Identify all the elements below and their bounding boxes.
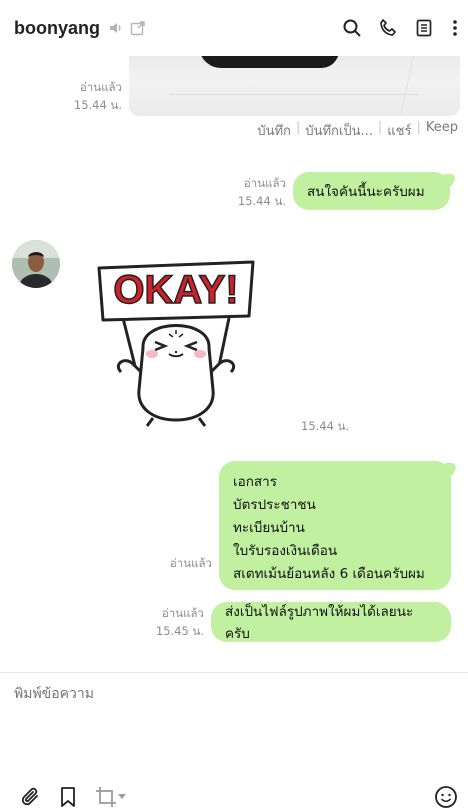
message-bubble-1[interactable]: สนใจคันนี้นะครับผม <box>293 172 450 210</box>
notes-icon[interactable] <box>406 10 442 46</box>
search-icon[interactable] <box>334 10 370 46</box>
okay-sticker[interactable]: OKAY! <box>95 258 257 428</box>
message-text: ส่งเป็นไฟล์รูปภาพให้ผมได้เลยนะครับ <box>225 604 414 642</box>
read-receipt: อ่านแล้ว <box>243 176 286 190</box>
message-time: 15.44 น. <box>237 194 286 208</box>
contact-name[interactable]: boonyang <box>14 18 100 39</box>
composer-divider <box>0 672 468 673</box>
message-bubble-3[interactable]: ส่งเป็นไฟล์รูปภาพให้ผมได้เลยนะครับ <box>211 602 451 642</box>
speaker-icon[interactable] <box>108 20 124 36</box>
attachment-icon[interactable] <box>18 784 44 810</box>
photo-message[interactable] <box>129 56 460 116</box>
bookmark-icon[interactable] <box>55 784 81 810</box>
msg3-meta: อ่านแล้ว 15.45 น. <box>128 604 204 640</box>
message-input[interactable] <box>14 686 454 702</box>
share-action[interactable]: แชร์ <box>382 120 416 141</box>
phone-icon[interactable] <box>370 10 406 46</box>
save-as-action[interactable]: บันทึกเป็น... <box>300 120 378 141</box>
message-time: 15.44 น. <box>73 98 122 112</box>
save-action[interactable]: บันทึก <box>252 120 296 141</box>
msg2-meta: อ่านแล้ว <box>150 554 212 572</box>
message-time: 15.45 น. <box>155 624 204 638</box>
keep-action[interactable]: Keep <box>421 120 462 141</box>
chat-header: boonyang <box>0 0 468 56</box>
message-line: บัตรประชาชน <box>233 497 316 513</box>
message-time: 15.44 น. <box>301 419 350 433</box>
more-vertical-icon[interactable] <box>442 10 468 46</box>
message-line: ใบรับรองเงินเดือน <box>233 543 338 559</box>
read-receipt: อ่านแล้ว <box>169 556 212 570</box>
external-link-icon[interactable] <box>130 20 146 36</box>
dropdown-caret-icon[interactable] <box>116 784 128 810</box>
sticker-text: OKAY! <box>113 268 238 312</box>
photo-actions: บันทึก | บันทึกเป็น... | แชร์ | Keep <box>240 120 462 141</box>
message-bubble-2[interactable]: เอกสาร บัตรประชาชน ทะเบียนบ้าน ใบรับรองเ… <box>219 461 451 590</box>
emoji-icon[interactable] <box>433 784 459 810</box>
composer-toolbar <box>0 780 468 811</box>
message-line: สเตทเม้นย้อนหลัง 6 เดือนครับผม <box>233 566 425 582</box>
car-image <box>199 56 339 68</box>
message-line: เอกสาร <box>233 474 277 490</box>
photo-meta: อ่านแล้ว 15.44 น. <box>44 78 122 114</box>
msg1-meta: อ่านแล้ว 15.44 น. <box>206 174 286 210</box>
read-receipt: อ่านแล้ว <box>79 80 122 94</box>
message-text: สนใจคันนี้นะครับผม <box>307 184 425 200</box>
read-receipt: อ่านแล้ว <box>161 606 204 620</box>
chat-area[interactable]: อ่านแล้ว 15.44 น. บันทึก | บันทึกเป็น...… <box>0 56 468 672</box>
message-line: ทะเบียนบ้าน <box>233 520 305 536</box>
avatar[interactable] <box>12 240 60 288</box>
